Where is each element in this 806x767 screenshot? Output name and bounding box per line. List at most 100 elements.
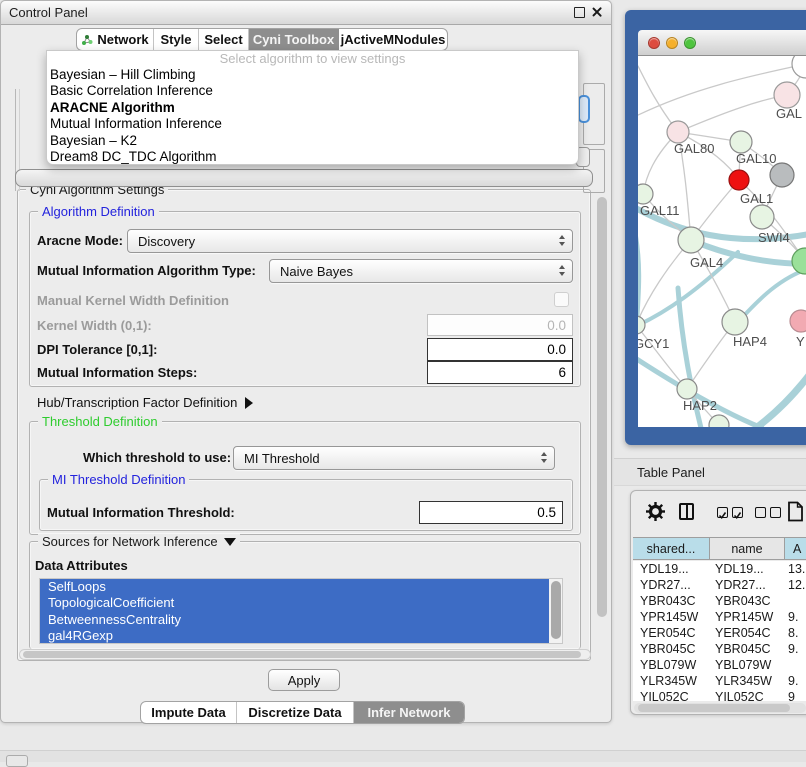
attributes-scrollbar[interactable] — [549, 579, 562, 643]
table-row[interactable]: YBR043CYBR043C — [633, 593, 806, 609]
algorithm-option[interactable]: Bayesian – Hill Climbing — [47, 67, 578, 83]
table-cell: YBL079W — [710, 657, 785, 673]
network-node-hap2[interactable] — [677, 379, 697, 399]
attribute-option[interactable]: TopologicalCoefficient — [40, 595, 549, 611]
network-node-label: SWI4 — [758, 230, 790, 245]
table-column-header[interactable]: name — [710, 538, 785, 559]
minimize-light-icon[interactable] — [666, 37, 678, 49]
table-cell: YDR27... — [710, 577, 785, 593]
network-node-gal10[interactable] — [730, 131, 752, 153]
table-cell: YBR043C — [710, 593, 785, 609]
network-node[interactable] — [792, 56, 806, 78]
network-view-window: GALGAL80GAL10GAL1SWI4GAL11GAL4GCY1HAP4YH… — [625, 10, 806, 445]
table-cell: YER054C — [633, 625, 710, 641]
tab-select[interactable]: Select — [199, 29, 249, 50]
mi-steps-field[interactable] — [427, 361, 573, 384]
table-cell: YER054C — [710, 625, 785, 641]
table-row[interactable]: YBL079WYBL079W — [633, 657, 806, 673]
algorithm-popup-list: Bayesian – Hill ClimbingBasic Correlatio… — [47, 67, 578, 165]
network-node-label: GCY1 — [638, 336, 669, 351]
stepper-icon — [559, 235, 565, 246]
kernel-width-field[interactable] — [427, 314, 573, 336]
table-horizontal-scrollbar[interactable] — [634, 703, 806, 713]
algorithm-option[interactable]: Mutual Information Inference — [47, 116, 578, 132]
table-row[interactable]: YLR345WYLR345W9. — [633, 673, 806, 689]
network-node[interactable] — [792, 248, 806, 274]
table-row[interactable]: YDR27...YDR27...12... — [633, 577, 806, 593]
attribute-option[interactable]: BetweennessCentrality — [40, 612, 549, 628]
network-node-gal4[interactable] — [678, 227, 704, 253]
table-row[interactable]: YBR045CYBR045C9. — [633, 641, 806, 657]
dpi-tolerance-field[interactable] — [427, 338, 573, 361]
table-cell: 9. — [785, 641, 806, 657]
network-edge[interactable] — [756, 374, 806, 427]
which-threshold-select[interactable]: MI Threshold — [233, 446, 555, 470]
network-node-gal80[interactable] — [667, 121, 689, 143]
float-window-icon[interactable] — [574, 7, 585, 18]
network-edge[interactable] — [678, 95, 787, 132]
combo-fragment[interactable] — [15, 169, 593, 187]
network-node-gcy1[interactable] — [638, 316, 645, 334]
table-cell: 9. — [785, 673, 806, 689]
network-node-label: GAL80 — [674, 141, 714, 156]
table-panel-window: shared...nameA YDL19...YDL19...13...YDR2… — [630, 490, 806, 715]
settings-vertical-scrollbar[interactable] — [597, 193, 608, 659]
close-icon[interactable] — [591, 6, 603, 18]
tab-network[interactable]: Network — [77, 29, 154, 50]
algorithm-option[interactable]: Basic Correlation Inference — [47, 83, 578, 99]
close-light-icon[interactable] — [648, 37, 660, 49]
mi-threshold-field[interactable] — [419, 501, 563, 524]
dpi-tolerance-label: DPI Tolerance [0,1]: — [37, 342, 157, 357]
stepper-icon — [559, 265, 565, 276]
network-edge[interactable] — [638, 325, 687, 389]
apply-button[interactable]: Apply — [268, 669, 340, 691]
table-cell: 12... — [785, 577, 806, 593]
tab-infer-network[interactable]: Infer Network — [354, 702, 464, 723]
table-cell: YIL052C — [633, 689, 710, 701]
settings-horizontal-scrollbar[interactable] — [19, 649, 591, 660]
tab-impute-data[interactable]: Impute Data — [141, 702, 237, 723]
page-icon[interactable] — [787, 501, 804, 522]
network-node-label: GAL — [776, 106, 802, 121]
aracne-mode-select[interactable]: Discovery — [127, 229, 573, 253]
table-row[interactable]: YIL052CYIL052C9 — [633, 689, 806, 701]
checked-boxes-icon[interactable] — [717, 507, 743, 518]
table-column-header[interactable]: shared... — [633, 538, 710, 559]
network-canvas[interactable]: GALGAL80GAL10GAL1SWI4GAL11GAL4GCY1HAP4YH… — [638, 56, 806, 427]
table-cell: YPR145W — [633, 609, 710, 625]
table-cell: YPR145W — [710, 609, 785, 625]
network-node-gal11[interactable] — [638, 184, 653, 204]
manual-kernel-checkbox[interactable] — [554, 292, 569, 307]
attribute-option[interactable]: SelfLoops — [40, 579, 549, 595]
network-node-swi4[interactable] — [750, 205, 774, 229]
network-node-y[interactable] — [790, 310, 806, 332]
algorithm-option[interactable]: ARACNE Algorithm — [47, 100, 578, 116]
algorithm-option[interactable]: Bayesian – K2 — [47, 133, 578, 149]
algorithm-option[interactable]: Dream8 DC_TDC Algorithm — [47, 149, 578, 165]
columns-icon[interactable] — [679, 503, 694, 520]
network-node-gal[interactable] — [774, 82, 800, 108]
hub-definition-expander[interactable]: Hub/Transcription Factor Definition — [37, 395, 253, 410]
network-window-titlebar[interactable] — [638, 30, 806, 56]
partial-button[interactable] — [6, 755, 28, 767]
unchecked-boxes-icon[interactable] — [755, 507, 781, 518]
table-cell: YIL052C — [710, 689, 785, 701]
zoom-light-icon[interactable] — [684, 37, 696, 49]
bottom-strip — [0, 750, 806, 762]
attribute-option[interactable]: gal4RGexp — [40, 628, 549, 643]
tab-cyni-toolbox[interactable]: Cyni Toolbox — [249, 29, 339, 50]
table-row[interactable]: YDL19...YDL19...13... — [633, 561, 806, 577]
sources-collapser[interactable]: Sources for Network Inference — [38, 534, 240, 549]
table-column-header[interactable]: A — [785, 538, 806, 559]
focused-combo-fragment[interactable] — [578, 95, 590, 123]
tab-discretize-data[interactable]: Discretize Data — [237, 702, 354, 723]
gear-icon[interactable] — [646, 502, 665, 521]
table-row[interactable]: YER054CYER054C8. — [633, 625, 806, 641]
network-node-gal1[interactable] — [729, 170, 749, 190]
tab-style[interactable]: Style — [154, 29, 199, 50]
tab-jactivemnodules[interactable]: jActiveMNodules — [339, 29, 447, 50]
table-row[interactable]: YPR145WYPR145W9. — [633, 609, 806, 625]
mi-type-select[interactable]: Naive Bayes — [269, 259, 573, 283]
network-node[interactable] — [770, 163, 794, 187]
network-node-hap4[interactable] — [722, 309, 748, 335]
